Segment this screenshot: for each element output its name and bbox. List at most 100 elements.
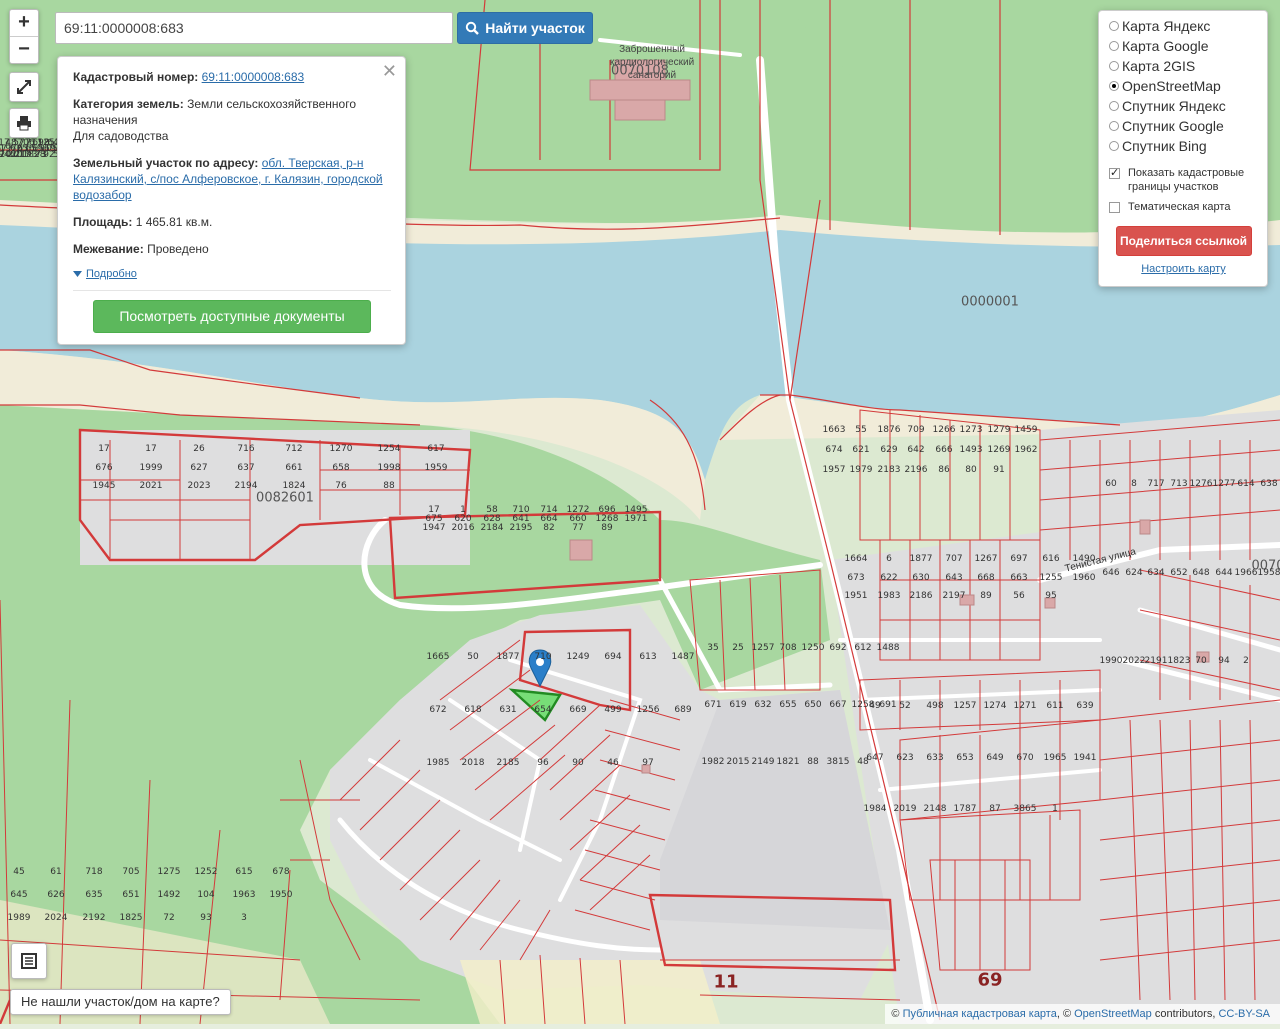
parcel-number: 669: [569, 705, 587, 715]
layer-option[interactable]: Карта Яндекс: [1109, 16, 1258, 36]
print-button[interactable]: [9, 108, 39, 138]
cad-number-label: Кадастровый номер:: [73, 70, 199, 84]
parcel-number: 1267: [974, 554, 998, 564]
show-cadastral-toggle[interactable]: Показать кадастровые границы участков: [1109, 166, 1258, 194]
fullscreen-button[interactable]: [9, 72, 39, 102]
parcel-number: 617: [427, 444, 445, 454]
parcel-number: 1971: [624, 514, 648, 524]
show-cadastral-checkbox[interactable]: [1109, 166, 1120, 180]
layer-radio[interactable]: [1109, 41, 1119, 51]
cad-number-row: Кадастровый номер: 69:11:0000008:683: [73, 69, 391, 85]
parcel-number: 87: [989, 804, 1001, 814]
parcel-number: 60: [1105, 479, 1117, 489]
layer-radio[interactable]: [1109, 121, 1119, 131]
parcel-number: 622: [880, 573, 898, 583]
parcel-number: 82: [543, 523, 555, 533]
parcel-number: 652: [1170, 568, 1188, 578]
parcel-number: 697: [1010, 554, 1028, 564]
divider: [73, 290, 391, 291]
parcel-number: 718: [85, 867, 103, 877]
legend-button[interactable]: [11, 943, 47, 979]
parcel-number: 2: [1243, 656, 1249, 666]
district-label: 11: [713, 971, 739, 993]
layer-options: Карта Яндекс Карта Google Карта 2GIS OpenSt…: [1109, 16, 1258, 156]
layer-radio[interactable]: [1109, 141, 1119, 151]
layer-radio[interactable]: [1109, 61, 1119, 71]
attribution-osm-link[interactable]: OpenStreetMap: [1074, 1008, 1152, 1020]
layer-option-label: Спутник Яндекс: [1122, 98, 1226, 114]
parcel-number: 89: [601, 523, 613, 533]
parcel-number: 717: [1147, 479, 1165, 489]
layer-radio[interactable]: [1109, 21, 1119, 31]
details-toggle[interactable]: Подробно: [73, 268, 391, 280]
parcel-info-panel: ✕ Кадастровый номер: 69:11:0000008:683 К…: [57, 56, 406, 345]
find-parcel-button[interactable]: Найти участок: [457, 12, 593, 44]
parcel-number: 1951: [844, 591, 868, 601]
thematic-map-checkbox[interactable]: [1109, 202, 1120, 213]
parcel-number: 1999: [139, 463, 163, 473]
parcel-number: 646: [1102, 568, 1120, 578]
attribution-pkk-link[interactable]: Публичная кадастровая карта: [903, 1008, 1057, 1020]
parcel-number: 632: [754, 700, 772, 710]
parcel-number: 45: [13, 867, 25, 877]
layer-option[interactable]: Спутник Bing: [1109, 136, 1258, 156]
parcel-number: 1989: [7, 913, 31, 923]
attribution-sep: , ©: [1056, 1008, 1072, 1020]
parcel-number: 615: [235, 867, 253, 877]
layer-option[interactable]: Карта Google: [1109, 36, 1258, 56]
parcel-number: 648: [1192, 568, 1210, 578]
parcel-number: 633: [926, 753, 944, 763]
parcel-number: 1257: [953, 701, 977, 711]
layer-option[interactable]: Спутник Google: [1109, 116, 1258, 136]
layer-radio[interactable]: [1109, 101, 1119, 111]
parcel-number: 1277: [1212, 479, 1236, 489]
thematic-map-toggle[interactable]: Тематическая карта: [1109, 200, 1258, 214]
parcel-number: 1250: [801, 643, 825, 653]
view-documents-button[interactable]: Посмотреть доступные документы: [93, 300, 371, 333]
close-icon[interactable]: ✕: [382, 61, 397, 82]
attribution: © Публичная кадастровая карта, © OpenStr…: [885, 1004, 1280, 1024]
parcel-number: 626: [47, 890, 65, 900]
quarter-label: 0000001: [961, 294, 1019, 310]
parcel-number: 630: [912, 573, 930, 583]
zoom-out-button[interactable]: −: [10, 36, 38, 63]
parcel-number: 611: [1046, 701, 1064, 711]
parcel-number: 3: [241, 913, 247, 923]
layer-option[interactable]: Карта 2GIS: [1109, 56, 1258, 76]
parcel-number: 2186: [909, 591, 933, 601]
parcel-number: 1490: [1072, 554, 1096, 564]
parcel-number: 1665: [426, 652, 450, 662]
parcel-number: 26: [193, 444, 205, 454]
parcel-number: 498: [926, 701, 944, 711]
parcel-number: 1984: [863, 804, 887, 814]
parcel-number: 61: [50, 867, 62, 877]
caret-down-icon: [73, 271, 82, 277]
parcel-number: 1958: [1257, 568, 1280, 578]
parcel-number: 1876: [877, 425, 901, 435]
parcel-number: 104: [197, 890, 215, 900]
parcel-number: 1941: [1073, 753, 1097, 763]
zoom-in-button[interactable]: +: [10, 10, 38, 36]
share-link-button[interactable]: Поделиться ссылкой: [1115, 226, 1252, 256]
parcel-number: 1966: [1234, 568, 1258, 578]
cad-number-link[interactable]: 69:11:0000008:683: [202, 70, 305, 84]
parcel-number: 689: [674, 705, 692, 715]
parcel-number: 671: [704, 700, 722, 710]
setup-map-link[interactable]: Настроить карту: [1109, 263, 1258, 275]
parcel-number: 2184: [480, 523, 504, 533]
details-label: Подробно: [86, 268, 137, 280]
not-found-button[interactable]: Не нашли участок/дом на карте?: [10, 989, 231, 1015]
parcel-number: 77: [572, 523, 584, 533]
parcel-number: 1252: [194, 867, 218, 877]
cadastral-search-input[interactable]: [55, 12, 453, 44]
parcel-number: 644: [1215, 568, 1233, 578]
layer-radio[interactable]: [1109, 81, 1119, 91]
parcel-number: 2016: [451, 523, 475, 533]
parcel-number: 96: [537, 758, 549, 768]
layer-option[interactable]: OpenStreetMap: [1109, 76, 1258, 96]
quarter-label: 0070108: [611, 63, 669, 79]
parcel-number: 80: [965, 465, 977, 475]
attribution-license-link[interactable]: CC-BY-SA: [1218, 1008, 1270, 1020]
parcel-number: 86: [938, 465, 950, 475]
layer-option[interactable]: Спутник Яндекс: [1109, 96, 1258, 116]
